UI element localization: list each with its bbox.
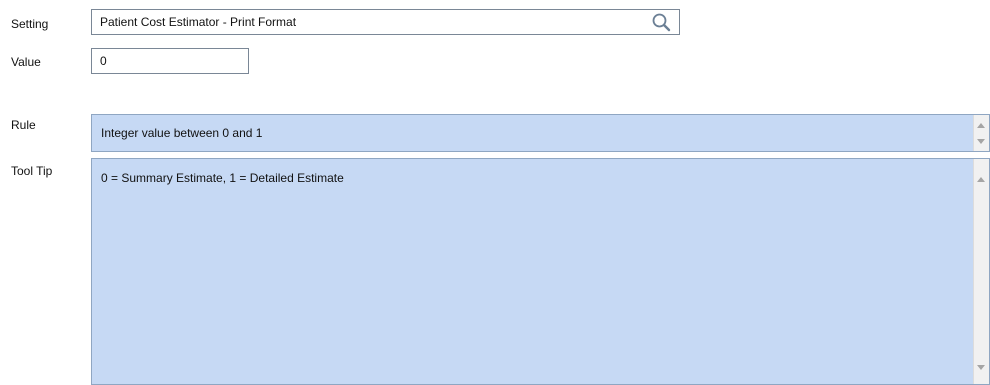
scroll-down-icon[interactable] — [977, 365, 985, 370]
search-icon[interactable] — [651, 12, 671, 32]
value-input[interactable]: 0 — [91, 48, 249, 74]
tooltip-label: Tool Tip — [11, 164, 53, 178]
value-input-text: 0 — [100, 54, 107, 68]
scroll-up-icon[interactable] — [977, 123, 985, 128]
value-label: Value — [11, 55, 41, 69]
rule-label: Rule — [11, 118, 36, 132]
tooltip-scrollbar[interactable] — [973, 159, 989, 384]
rule-field: Integer value between 0 and 1 — [91, 114, 990, 152]
scroll-up-icon[interactable] — [977, 177, 985, 182]
scroll-down-icon[interactable] — [977, 139, 985, 144]
setting-label: Setting — [11, 17, 49, 31]
rule-field-value: Integer value between 0 and 1 — [101, 126, 263, 140]
setting-field-value: Patient Cost Estimator - Print Format — [100, 15, 297, 29]
tooltip-field-value: 0 = Summary Estimate, 1 = Detailed Estim… — [101, 171, 344, 185]
setting-field[interactable]: Patient Cost Estimator - Print Format — [91, 9, 680, 35]
tooltip-field: 0 = Summary Estimate, 1 = Detailed Estim… — [91, 158, 990, 385]
rule-scrollbar[interactable] — [973, 115, 989, 151]
